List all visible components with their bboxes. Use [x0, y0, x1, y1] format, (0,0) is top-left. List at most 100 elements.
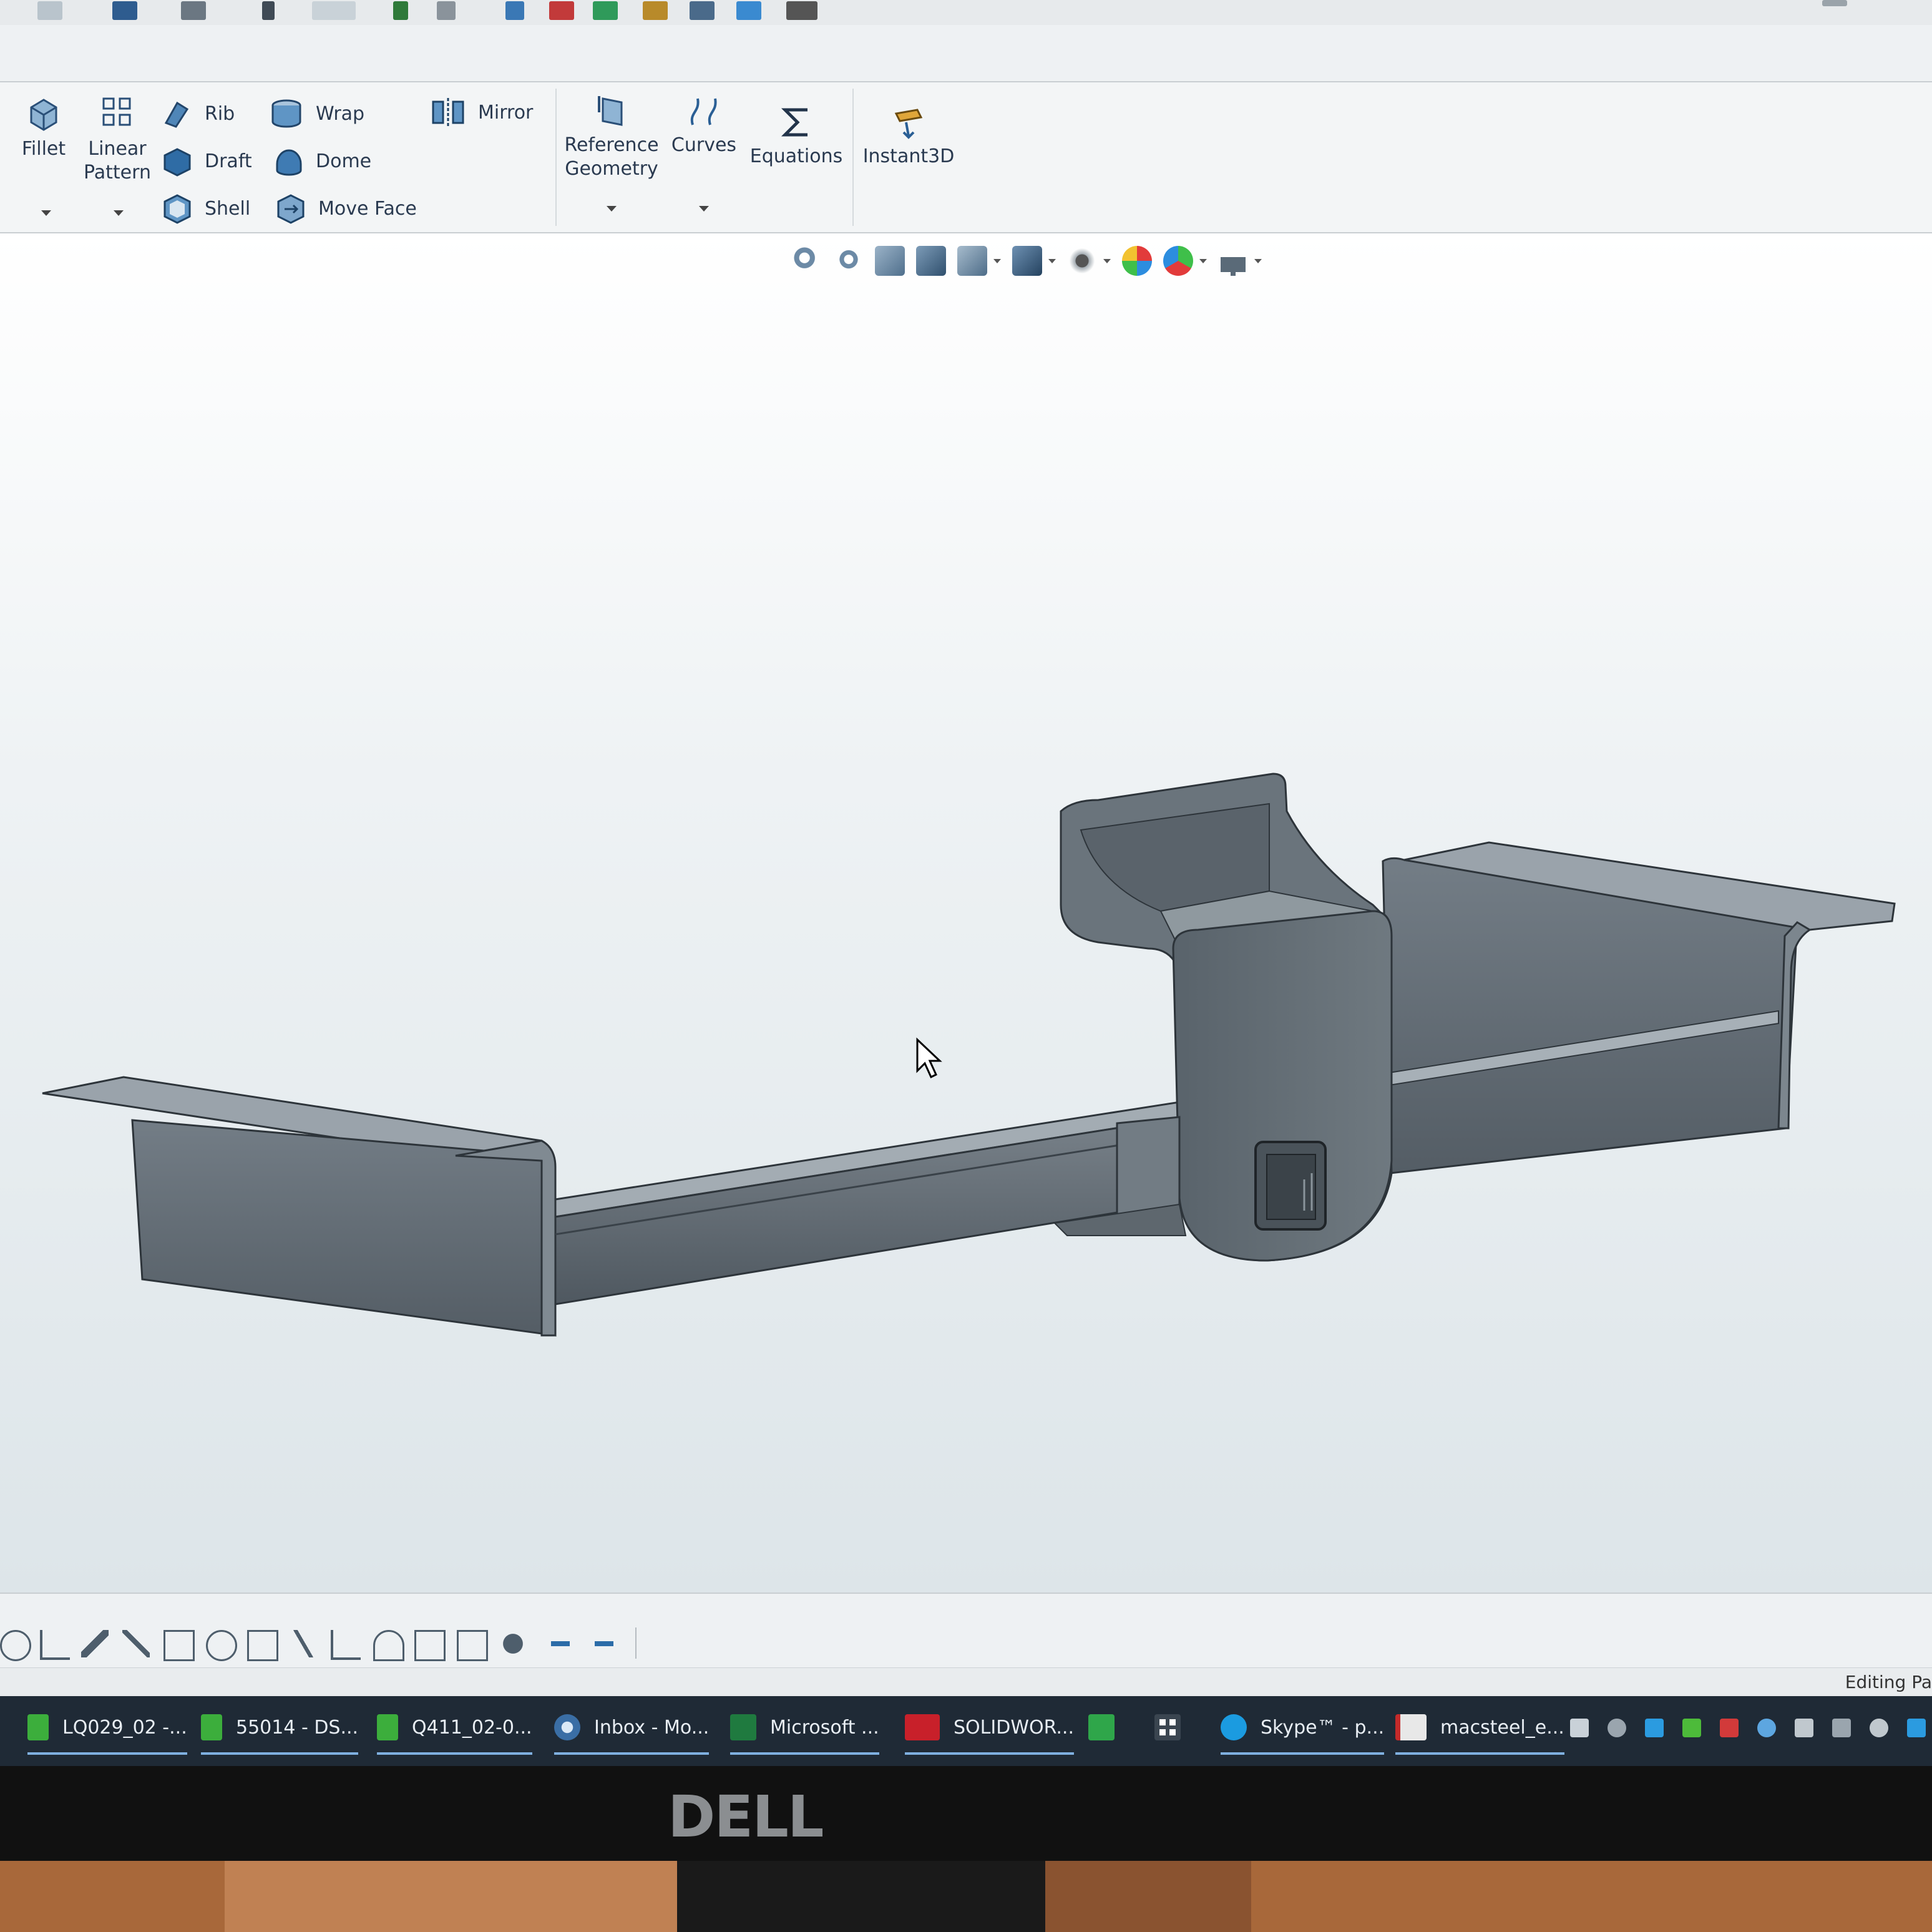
- curves-label: Curves: [671, 134, 737, 156]
- new-document-icon[interactable]: [37, 1, 62, 20]
- ribbon-separator-2: [852, 89, 854, 226]
- window-control-icon[interactable]: [1822, 0, 1847, 6]
- select-icon[interactable]: [312, 1, 356, 20]
- fillet-dropdown[interactable]: [41, 210, 51, 216]
- undo-icon[interactable]: [262, 1, 275, 20]
- mass-properties-icon[interactable]: [414, 1630, 446, 1661]
- curve-icon[interactable]: [290, 1630, 317, 1657]
- draft-button[interactable]: Draft: [161, 144, 252, 178]
- chart-icon[interactable]: [331, 1630, 361, 1660]
- rebuild-icon[interactable]: [393, 1, 408, 20]
- cloud-tray-icon[interactable]: [1608, 1719, 1626, 1737]
- curves-button[interactable]: Curves: [668, 94, 740, 157]
- dome-label: Dome: [316, 150, 372, 172]
- graphics-viewport[interactable]: [0, 233, 1932, 1593]
- command-bar: [0, 1593, 1932, 1669]
- curves-dropdown[interactable]: [699, 206, 709, 212]
- toolbar-icon-7[interactable]: [786, 1, 817, 20]
- taskbar-item-lq029[interactable]: LQ029_02 -...: [27, 1705, 187, 1755]
- print-icon[interactable]: [181, 1, 206, 20]
- taskbar-item-inbox[interactable]: Inbox - Mo...: [554, 1705, 710, 1755]
- trailer-hitch-model[interactable]: [0, 233, 1932, 1593]
- appearance-icon[interactable]: [499, 1630, 527, 1657]
- volume-tray-icon[interactable]: [1870, 1719, 1888, 1737]
- green-file-icon: [201, 1714, 222, 1740]
- wrap-icon: [271, 99, 301, 128]
- receiver-tube-lower: [1116, 1116, 1181, 1218]
- thunderbird-icon: [554, 1714, 580, 1740]
- autodesk-tray-icon[interactable]: [1645, 1719, 1664, 1737]
- evernote-icon: [1088, 1714, 1115, 1740]
- taskbar-item-macsteel[interactable]: macsteel_e...: [1395, 1705, 1564, 1755]
- features-ribbon: Fillet Linear Pattern Rib Draft Shell Wr…: [0, 82, 1932, 233]
- toolbar-icon-3[interactable]: [593, 1, 618, 20]
- taskbar-item-label: Microsoft ...: [770, 1716, 879, 1739]
- toolbar-icon-2[interactable]: [549, 1, 574, 20]
- hashtag-tray-icon[interactable]: [1570, 1719, 1589, 1737]
- dome-icon: [276, 149, 302, 176]
- instant3d-button[interactable]: Instant3D: [859, 105, 959, 168]
- move-face-icon: [277, 194, 305, 224]
- dome-button[interactable]: Dome: [275, 144, 371, 178]
- mirror-button[interactable]: Mirror: [431, 95, 533, 130]
- save-icon[interactable]: [112, 1, 137, 20]
- toolbar-icon-5[interactable]: [690, 1, 715, 20]
- reference-geometry-label-1: Reference: [564, 134, 659, 156]
- equations-button[interactable]: Equations: [746, 105, 846, 168]
- table-icon[interactable]: [163, 1630, 195, 1661]
- taskbar-pinned-evernote[interactable]: [1088, 1705, 1128, 1750]
- shell-button[interactable]: Shell: [161, 191, 250, 226]
- search-icon[interactable]: [206, 1630, 237, 1661]
- quick-access-toolbar: [0, 0, 1932, 26]
- green-file-icon: [27, 1714, 49, 1740]
- options-icon[interactable]: [437, 1, 456, 20]
- pencil-icon[interactable]: [81, 1630, 109, 1657]
- taskbar-item-active-bar: [377, 1752, 532, 1755]
- linear-pattern-dropdown[interactable]: [114, 210, 124, 216]
- annotation-icon[interactable]: [247, 1630, 278, 1661]
- taskbar-item-active-bar: [1221, 1752, 1385, 1755]
- windows-taskbar: LQ029_02 -... 55014 - DS... Q411_02-0...…: [0, 1696, 1932, 1766]
- taskbar-pinned-store[interactable]: [1154, 1705, 1194, 1750]
- sync-tray-icon[interactable]: [1757, 1719, 1776, 1737]
- taskbar-item-microsoft[interactable]: Microsoft ...: [730, 1705, 879, 1755]
- linear-pattern-button[interactable]: Linear Pattern: [80, 95, 155, 185]
- taskbar-item-label: Q411_02-0...: [412, 1716, 532, 1739]
- taskbar-item-label: 55014 - DS...: [236, 1716, 359, 1739]
- taskbar-item-label: macsteel_e...: [1440, 1716, 1564, 1739]
- taskbar-item-label: Skype™ - p...: [1261, 1716, 1385, 1739]
- measure-icon[interactable]: [373, 1630, 404, 1661]
- taskbar-item-active-bar: [201, 1752, 359, 1755]
- mouse-cursor-icon: [916, 1037, 942, 1079]
- fillet-button[interactable]: Fillet: [12, 95, 75, 161]
- shell-label: Shell: [205, 197, 251, 220]
- toolbar-icon-1[interactable]: [505, 1, 524, 20]
- smart-dimension-icon[interactable]: [0, 1630, 31, 1661]
- instant3d-label: Instant3D: [862, 145, 955, 167]
- add-icon[interactable]: [590, 1630, 618, 1657]
- curves-icon: [690, 98, 717, 125]
- dell-logo: DELL: [668, 1783, 824, 1850]
- toolbar-icon-6[interactable]: [736, 1, 761, 20]
- app-tray-icon[interactable]: [1907, 1719, 1926, 1737]
- taskbar-item-solidworks[interactable]: SOLIDWOR...: [905, 1705, 1074, 1755]
- taskbar-item-q411[interactable]: Q411_02-0...: [377, 1705, 532, 1755]
- text-icon[interactable]: [457, 1630, 488, 1661]
- evernote-tray-icon[interactable]: [1682, 1719, 1701, 1737]
- tab-strip: [0, 25, 1932, 82]
- toolbar-icon-4[interactable]: [643, 1, 668, 20]
- green-file-icon: [377, 1714, 398, 1740]
- reference-geometry-dropdown[interactable]: [607, 206, 617, 212]
- taskbar-item-55014[interactable]: 55014 - DS...: [201, 1705, 359, 1755]
- move-face-button[interactable]: Move Face: [275, 191, 417, 226]
- solidworks-tray-icon[interactable]: [1720, 1719, 1739, 1737]
- network-tray-icon[interactable]: [1832, 1719, 1851, 1737]
- taskbar-item-skype[interactable]: Skype™ - p...: [1221, 1705, 1385, 1755]
- rib-button[interactable]: Rib: [161, 96, 235, 131]
- check-icon[interactable]: [122, 1630, 150, 1657]
- insert-icon[interactable]: [547, 1630, 574, 1657]
- sketch-icon[interactable]: [40, 1630, 70, 1660]
- reference-geometry-button[interactable]: Reference Geometry: [562, 94, 661, 181]
- usb-tray-icon[interactable]: [1795, 1719, 1813, 1737]
- wrap-button[interactable]: Wrap: [270, 96, 364, 131]
